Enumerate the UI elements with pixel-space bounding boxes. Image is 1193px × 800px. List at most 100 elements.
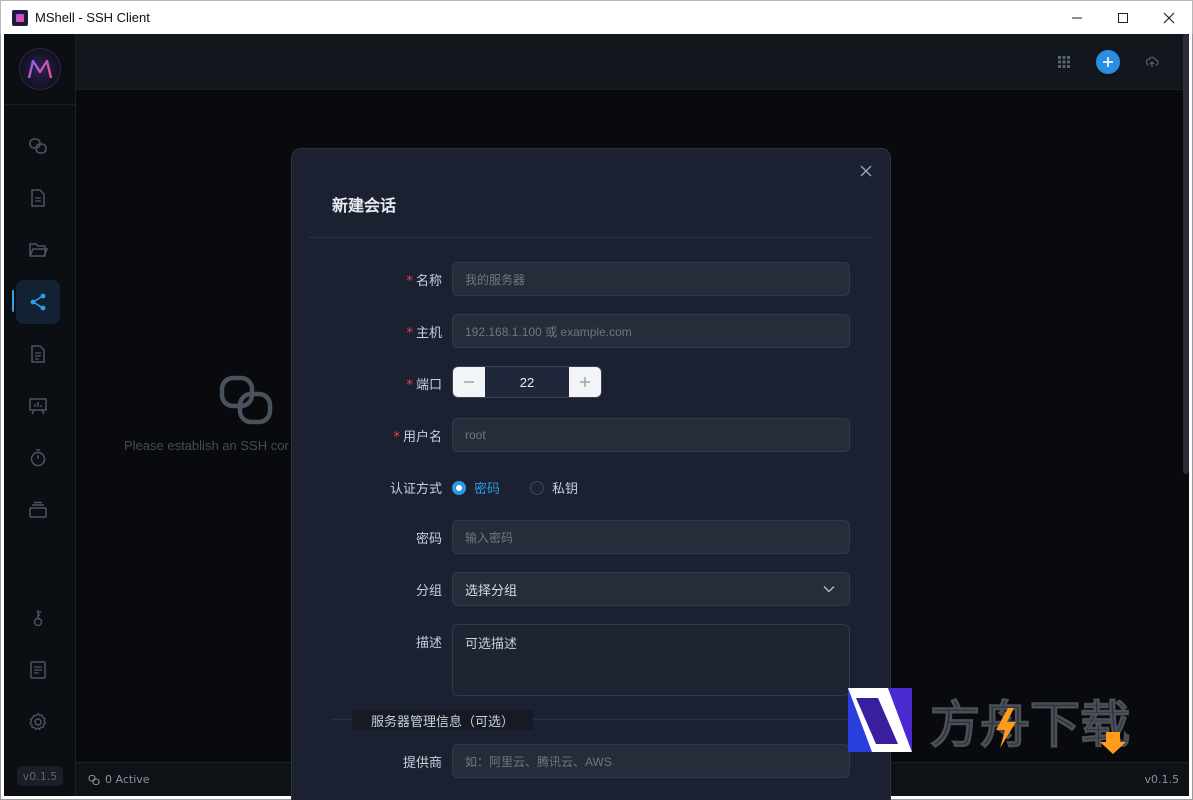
cloud-sync-button[interactable] xyxy=(1140,50,1164,74)
auth-password-radio[interactable]: 密码 xyxy=(452,478,500,497)
sidebar-item-timer[interactable] xyxy=(16,436,60,480)
notes-icon xyxy=(30,661,46,679)
app-icon xyxy=(12,9,28,26)
watermark-graphic: 方舟下载 xyxy=(848,688,1131,755)
name-input[interactable]: 我的服务器 xyxy=(452,262,850,296)
sidebar-item-notes[interactable] xyxy=(16,648,60,692)
username-label: * 用户名 xyxy=(393,430,442,445)
active-count: 0 Active xyxy=(105,773,150,786)
group-select-value: 选择分组 xyxy=(465,582,518,598)
auth-key-radio[interactable]: 私钥 xyxy=(530,478,578,497)
key-icon xyxy=(33,610,43,627)
username-row: * 用户名 root xyxy=(292,418,892,452)
name-row: * 名称 我的服务器 xyxy=(292,262,892,296)
file-icon xyxy=(31,189,45,207)
cloud-upload-icon xyxy=(1145,56,1159,67)
auth-password-label: 密码 xyxy=(474,482,501,497)
provider-row: 提供商 如：阿里云、腾讯云、AWS xyxy=(292,744,892,778)
sidebar-item-stack[interactable] xyxy=(16,488,60,532)
port-decrement-button[interactable] xyxy=(453,367,485,397)
watermark-logo: 方舟下载 xyxy=(848,688,1153,758)
group-row: 分组 选择分组 xyxy=(292,572,892,606)
grid-icon xyxy=(1058,56,1070,68)
auth-label: 认证方式 xyxy=(389,482,442,497)
new-session-button[interactable] xyxy=(1096,50,1120,74)
provider-input[interactable]: 如：阿里云、腾讯云、AWS xyxy=(452,744,850,778)
logo-divider xyxy=(4,104,76,105)
link-status-icon xyxy=(88,774,100,785)
radio-checked-indicator xyxy=(452,480,466,495)
group-label: 分组 xyxy=(415,584,442,599)
password-input[interactable]: 输入密码 xyxy=(452,520,850,554)
sidebar-item-keys[interactable] xyxy=(16,596,60,640)
share-icon xyxy=(30,293,46,311)
host-input[interactable]: 192.168.1.100 或 example.com xyxy=(452,314,850,348)
server-info-section-title: 服务器管理信息（可选） xyxy=(352,710,534,730)
app-logo[interactable] xyxy=(19,48,61,90)
auth-key-label: 私钥 xyxy=(552,482,579,497)
group-select[interactable]: 选择分组 xyxy=(452,572,850,606)
description-row: 描述 可选描述 xyxy=(292,624,892,696)
close-icon xyxy=(1163,12,1175,24)
auth-row: 认证方式 密码 私钥 xyxy=(292,470,892,504)
dialog-header-divider xyxy=(309,237,874,238)
top-bar xyxy=(76,34,1189,90)
close-window-button[interactable] xyxy=(1146,1,1192,35)
folder-icon xyxy=(29,243,48,257)
active-indicator xyxy=(12,290,14,312)
status-version: v0.1.5 xyxy=(1144,773,1180,786)
timer-icon xyxy=(30,449,46,467)
new-session-dialog: 新建会话 * 名称 我的服务器 * 主机 192.168.1.100 或 examp… xyxy=(291,148,891,800)
sidebar-item-connections[interactable] xyxy=(16,124,60,168)
sidebar-item-files[interactable] xyxy=(16,176,60,220)
dialog-close-button[interactable] xyxy=(858,163,874,179)
maximize-button[interactable] xyxy=(1100,1,1146,35)
maximize-icon xyxy=(1118,13,1128,23)
minimize-icon xyxy=(1072,17,1082,19)
sidebar: v0.1.5 xyxy=(4,34,76,796)
plus-icon xyxy=(580,377,590,387)
dialog-title: 新建会话 xyxy=(332,196,397,215)
plus-icon xyxy=(1103,57,1113,67)
empty-link-icon xyxy=(219,375,273,425)
scrollbar[interactable] xyxy=(1183,34,1189,474)
sidebar-item-settings[interactable] xyxy=(16,700,60,744)
presentation-icon xyxy=(29,398,47,415)
auth-radio-group: 密码 私钥 xyxy=(452,478,608,497)
username-input[interactable]: root xyxy=(452,418,850,452)
sidebar-item-monitor[interactable] xyxy=(16,384,60,428)
host-label: * 主机 xyxy=(406,326,442,341)
layers-icon xyxy=(29,501,47,518)
active-sessions-status: 0 Active xyxy=(88,773,150,786)
close-icon xyxy=(860,165,872,177)
watermark-text: 方舟下载 xyxy=(930,696,1130,754)
link-icon xyxy=(29,138,47,154)
window-title-bar: MShell - SSH Client xyxy=(0,0,1193,34)
sidebar-item-share[interactable] xyxy=(16,280,60,324)
window-controls xyxy=(1054,1,1192,35)
password-label: 密码 xyxy=(415,532,442,547)
minus-icon xyxy=(464,381,474,383)
empty-state-message: Please establish an SSH cor xyxy=(124,438,289,453)
name-label: * 名称 xyxy=(406,274,442,289)
chevron-down-icon xyxy=(823,586,835,593)
sidebar-item-folders[interactable] xyxy=(16,228,60,272)
host-row: * 主机 192.168.1.100 或 example.com xyxy=(292,314,892,348)
document-icon xyxy=(31,345,45,363)
port-stepper: 22 xyxy=(452,366,602,398)
password-row: 密码 输入密码 xyxy=(292,520,892,554)
sidebar-item-documents[interactable] xyxy=(16,332,60,376)
port-label: * 端口 xyxy=(406,378,442,393)
logo-icon xyxy=(27,59,53,79)
port-increment-button[interactable] xyxy=(569,367,601,397)
settings-icon xyxy=(29,712,47,731)
window-title: MShell - SSH Client xyxy=(35,10,150,25)
description-label: 描述 xyxy=(415,636,442,651)
radio-unchecked-indicator xyxy=(530,480,545,495)
apps-grid-button[interactable] xyxy=(1052,50,1076,74)
provider-label: 提供商 xyxy=(402,756,442,771)
minimize-button[interactable] xyxy=(1054,1,1100,35)
port-value[interactable]: 22 xyxy=(485,367,569,397)
description-textarea[interactable]: 可选描述 xyxy=(452,624,850,696)
version-badge: v0.1.5 xyxy=(17,766,63,786)
